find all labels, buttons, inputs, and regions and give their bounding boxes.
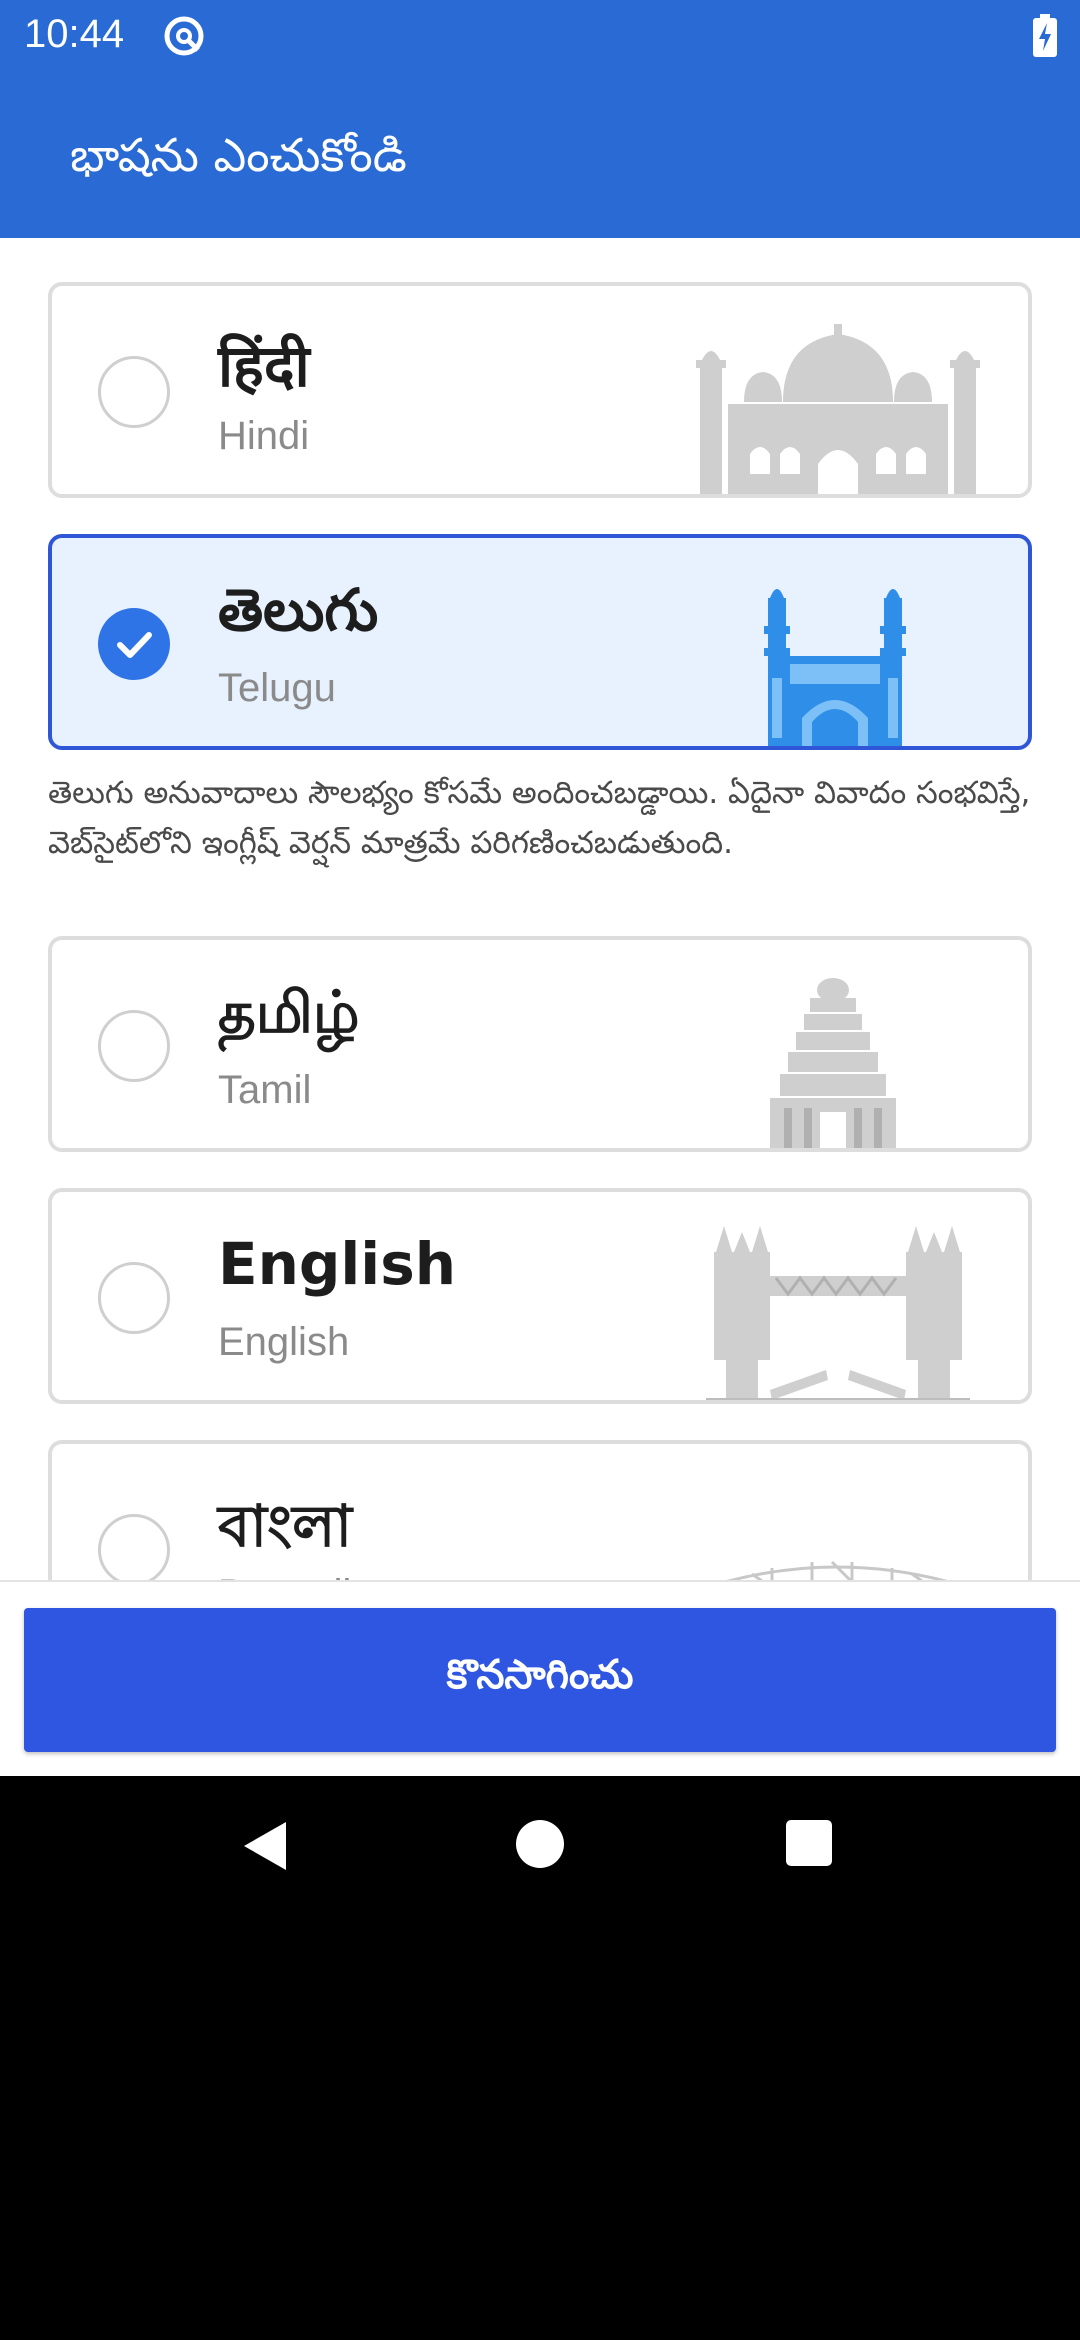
status-bar: 10:44: [0, 0, 1080, 72]
app-bar: భాషను ఎంచుకోండి: [0, 72, 1080, 238]
status-time: 10:44: [24, 12, 125, 56]
check-icon: [117, 632, 152, 658]
language-list[interactable]: हिंदी Hindi తెలుగు Telugu తెలుగు అనువాదా…: [0, 238, 1080, 1580]
radio-button[interactable]: [98, 1262, 170, 1334]
language-option-english[interactable]: English English: [48, 1188, 1032, 1404]
language-native-name: বাংলা: [218, 1492, 353, 1560]
language-english-name: Hindi: [218, 414, 310, 458]
language-english-name: Telugu: [218, 666, 336, 710]
page-title: భాషను ఎంచుకోండి: [70, 128, 407, 182]
language-native-name: தமிழ்: [218, 978, 360, 1046]
system-navigation-bar: [0, 1776, 1080, 1920]
language-native-name: తెలుగు: [218, 576, 379, 644]
recent-apps-icon[interactable]: [786, 1820, 832, 1866]
tower-bridge-icon: [706, 1226, 970, 1400]
bottom-action-bar: కొనసాగించు: [0, 1580, 1080, 1776]
home-icon[interactable]: [516, 1820, 564, 1868]
battery-charging-icon: [1032, 14, 1058, 58]
language-native-name: English: [218, 1230, 457, 1298]
taj-mahal-icon: [696, 324, 980, 494]
back-icon[interactable]: [240, 1820, 290, 1872]
temple-gopuram-icon: [770, 978, 896, 1148]
language-english-name: English: [218, 1320, 350, 1364]
language-native-name: हिंदी: [218, 332, 310, 400]
radio-button[interactable]: [98, 356, 170, 428]
language-english-name: Tamil: [218, 1068, 312, 1112]
radio-button[interactable]: [98, 1514, 170, 1580]
radio-button-checked[interactable]: [98, 608, 170, 680]
language-english-name: Bengali: [218, 1572, 351, 1580]
radio-button[interactable]: [98, 1010, 170, 1082]
howrah-bridge-icon: [726, 1560, 948, 1580]
translation-disclaimer: తెలుగు అనువాదాలు సౌలభ్యం కోసమే అందించబడ్…: [48, 775, 1031, 861]
language-option-bengali[interactable]: বাংলা Bengali: [48, 1440, 1032, 1580]
charminar-icon: [764, 589, 906, 746]
language-option-hindi[interactable]: हिंदी Hindi: [48, 282, 1032, 498]
language-option-telugu[interactable]: తెలుగు Telugu: [48, 534, 1032, 750]
app-notification-icon: [162, 14, 206, 58]
language-option-tamil[interactable]: தமிழ் Tamil: [48, 936, 1032, 1152]
continue-button[interactable]: కొనసాగించు: [24, 1608, 1056, 1752]
